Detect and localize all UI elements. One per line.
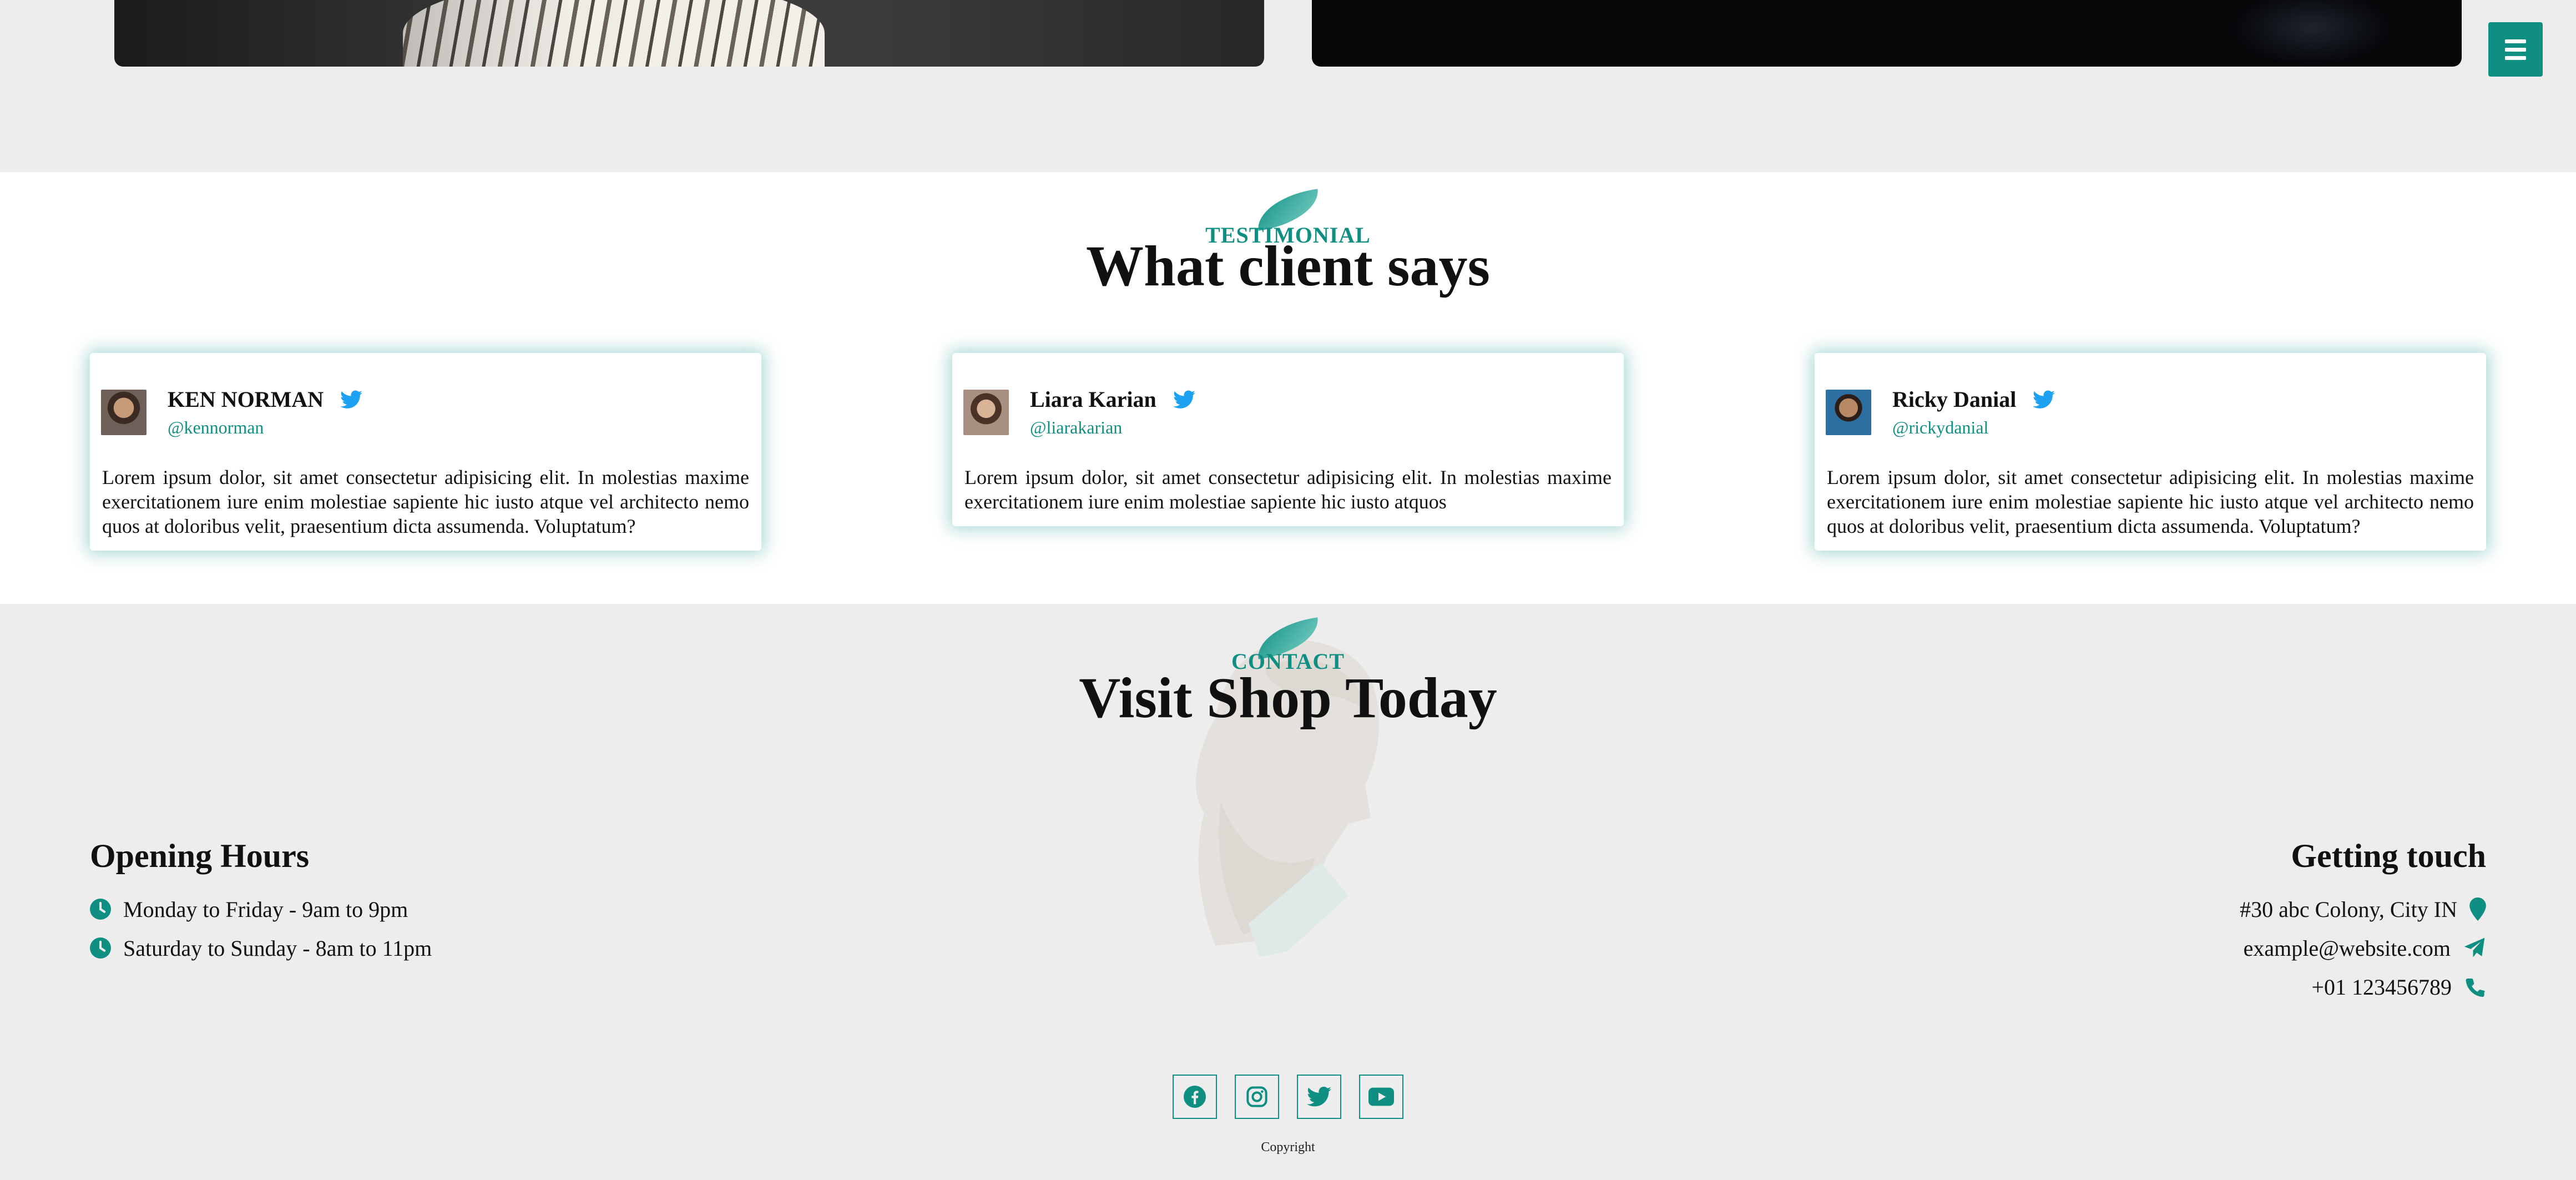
avatar (1826, 390, 1871, 435)
testimonial-eyebrow-block: TESTIMONIAL (0, 188, 2576, 248)
address-row: #30 abc Colony, City IN (2240, 890, 2486, 929)
avatar (963, 390, 1009, 435)
hours-row: Saturday to Sunday - 8am to 11pm (90, 929, 432, 967)
clock-icon (90, 937, 111, 959)
menu-button[interactable] (2488, 22, 2543, 77)
twitter-icon[interactable] (1173, 390, 1195, 409)
getting-touch-block: Getting touch #30 abc Colony, City IN ex… (2240, 837, 2486, 1006)
client-handle[interactable]: @liarakarian (1030, 417, 1122, 438)
youtube-icon (1368, 1087, 1394, 1106)
hours-row: Monday to Friday - 9am to 9pm (90, 890, 432, 929)
testimonial-card: Ricky Danial @rickydanial Lorem ipsum do… (1815, 353, 2486, 551)
opening-hours-block: Opening Hours Monday to Friday - 9am to … (90, 837, 432, 967)
instagram-icon (1246, 1086, 1267, 1107)
paper-plane-icon (2464, 937, 2485, 957)
phone-row[interactable]: +01 123456789 (2240, 967, 2486, 1006)
client-handle[interactable]: @rickydanial (1892, 417, 1988, 438)
testimonial-text: Lorem ipsum dolor, sit amet consectetur … (102, 466, 749, 537)
map-pin-icon (2469, 897, 2486, 921)
getting-touch-title: Getting touch (2291, 838, 2486, 874)
avatar (101, 390, 147, 435)
clock-icon (90, 899, 111, 920)
client-name: Liara Karian (1030, 387, 1156, 412)
instagram-link[interactable] (1235, 1075, 1279, 1119)
gallery-photo-dark (1312, 0, 2462, 67)
gallery-strip (0, 0, 2576, 172)
twitter-icon[interactable] (340, 390, 363, 409)
testimonial-section: TESTIMONIAL What client says KEN NORMAN … (0, 172, 2576, 604)
testimonial-card: KEN NORMAN @kennorman Lorem ipsum dolor,… (90, 353, 761, 551)
facebook-icon (1184, 1086, 1206, 1108)
testimonial-card: Liara Karian @liarakarian Lorem ipsum do… (952, 353, 1624, 526)
section-title: What client says (1086, 234, 1490, 298)
testimonial-text: Lorem ipsum dolor, sit amet consectetur … (964, 466, 1612, 513)
twitter-icon[interactable] (2033, 390, 2055, 409)
social-links (0, 1075, 2576, 1119)
facebook-link[interactable] (1173, 1075, 1217, 1119)
client-handle[interactable]: @kennorman (168, 417, 264, 438)
phone-icon (2466, 978, 2486, 997)
opening-hours-title: Opening Hours (90, 838, 310, 874)
hamburger-icon (2505, 39, 2526, 43)
contact-eyebrow-block: CONTACT (0, 617, 2576, 674)
twitter-link[interactable] (1297, 1075, 1341, 1119)
client-name: KEN NORMAN (168, 387, 324, 412)
email-row[interactable]: example@website.com (2240, 929, 2486, 967)
section-title: Visit Shop Today (1079, 666, 1497, 730)
twitter-icon (1307, 1086, 1331, 1107)
contact-section: CONTACT Visit Shop Today Opening Hours M… (0, 604, 2576, 1180)
copyright-text: Copyright (1261, 1140, 1315, 1154)
testimonial-text: Lorem ipsum dolor, sit amet consectetur … (1827, 466, 2474, 537)
gallery-photo-barber-client (114, 0, 1264, 67)
client-name: Ricky Danial (1892, 387, 2017, 412)
youtube-link[interactable] (1359, 1075, 1403, 1119)
